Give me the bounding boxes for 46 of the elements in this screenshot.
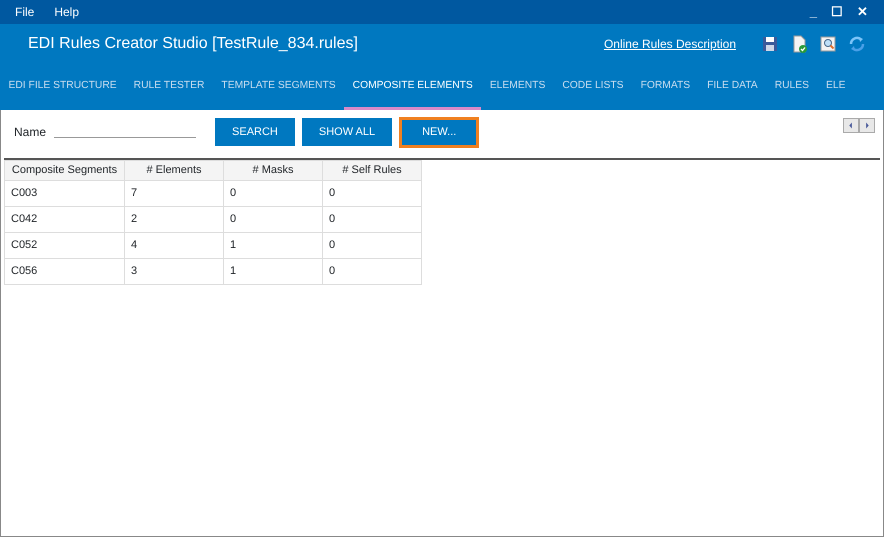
- minimize-button[interactable]: _: [810, 2, 817, 22]
- table-cell: 4: [124, 232, 224, 258]
- table-cell: 0: [224, 180, 322, 206]
- menu-item[interactable]: File: [15, 3, 34, 21]
- table-cell: 0: [224, 206, 322, 232]
- save-icon[interactable]: [761, 35, 779, 53]
- tab[interactable]: RULES: [766, 64, 818, 110]
- action-button[interactable]: NEW...: [399, 117, 480, 148]
- tab[interactable]: FORMATS: [632, 64, 699, 110]
- tab[interactable]: ELE: [818, 64, 854, 110]
- table-cell: 1: [224, 258, 322, 284]
- menu-item[interactable]: Help: [54, 3, 80, 21]
- table-cell: C056: [4, 258, 124, 284]
- table-cell: 3: [124, 258, 224, 284]
- tab[interactable]: EDI FILE STRUCTURE: [0, 64, 126, 110]
- document-search-icon[interactable]: [819, 35, 837, 53]
- table-cell: 0: [322, 232, 422, 258]
- column-header[interactable]: # Elements: [124, 160, 224, 180]
- close-button[interactable]: ✕: [857, 2, 868, 22]
- maximize-button[interactable]: ☐: [831, 2, 843, 22]
- tab[interactable]: ELEMENTS: [481, 64, 554, 110]
- table-cell: C042: [4, 206, 124, 232]
- column-header[interactable]: Composite Segments: [4, 160, 124, 180]
- table-cell: 0: [322, 206, 422, 232]
- column-header[interactable]: # Self Rules: [322, 160, 422, 180]
- tab[interactable]: CODE LISTS: [554, 64, 632, 110]
- window-title: EDI Rules Creator Studio [TestRule_834.rules]: [28, 34, 358, 54]
- tab[interactable]: RULE TESTER: [125, 64, 213, 110]
- online-rules-link[interactable]: Online Rules Description: [604, 35, 736, 53]
- table-cell: C052: [4, 232, 124, 258]
- column-header[interactable]: # Masks: [224, 160, 322, 180]
- scroll-left-icon[interactable]: [843, 118, 859, 133]
- refresh-icon[interactable]: [848, 35, 866, 53]
- name-label: Name: [14, 124, 46, 141]
- table-cell: 0: [322, 180, 422, 206]
- table-cell: 2: [124, 206, 224, 232]
- table-cell: C003: [4, 180, 124, 206]
- table-cell: 1: [224, 232, 322, 258]
- tab[interactable]: TEMPLATE SEGMENTS: [212, 64, 344, 110]
- table-cell: 7: [124, 180, 224, 206]
- action-button[interactable]: SHOW ALL: [302, 118, 392, 146]
- tab[interactable]: COMPOSITE ELEMENTS: [344, 64, 482, 110]
- scroll-right-icon[interactable]: [859, 118, 875, 133]
- tab[interactable]: FILE DATA: [698, 64, 766, 110]
- table-cell: 0: [322, 258, 422, 284]
- action-button[interactable]: SEARCH: [215, 118, 295, 146]
